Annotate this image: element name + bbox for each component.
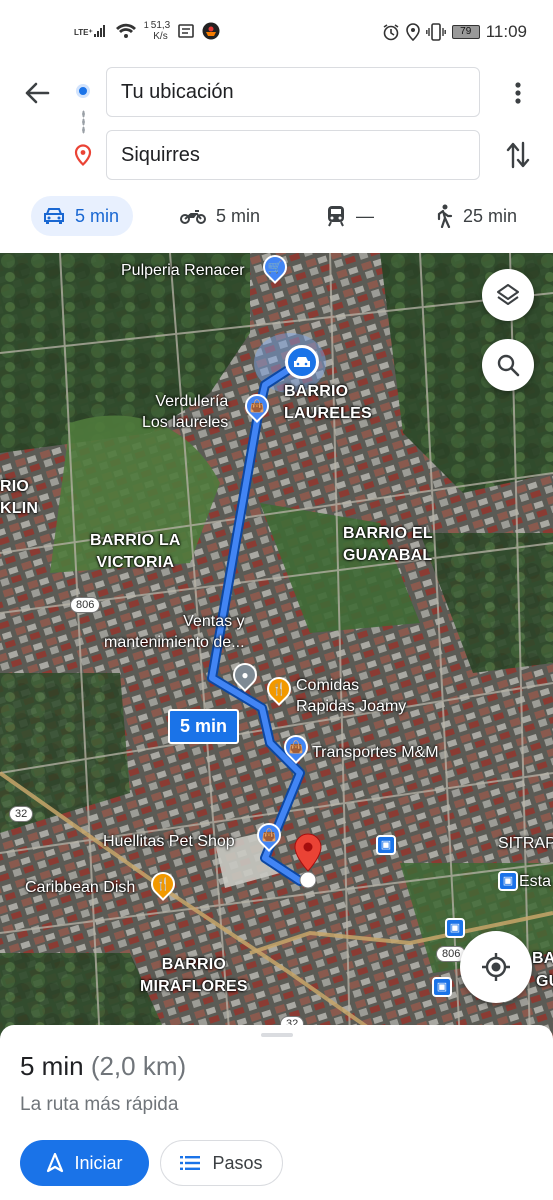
- list-icon: [180, 1156, 201, 1170]
- tab-walk[interactable]: 25 min: [435, 196, 517, 236]
- bus-station-icon[interactable]: ▣: [498, 871, 518, 891]
- more-options-button[interactable]: [505, 78, 531, 108]
- route-duration-chip[interactable]: 5 min: [168, 709, 240, 744]
- alarm-icon: [382, 23, 400, 41]
- train-icon: [328, 206, 344, 227]
- route-summary: 5 min (2,0 km): [20, 1051, 186, 1082]
- start-navigation-button[interactable]: Iniciar: [20, 1140, 149, 1186]
- tab-walk-label: 25 min: [463, 205, 518, 226]
- bus-station-icon[interactable]: ▣: [376, 835, 396, 855]
- tab-car[interactable]: 5 min: [31, 196, 134, 236]
- route-bottom-sheet[interactable]: 5 min (2,0 km) La ruta más rápida Inicia…: [0, 1025, 553, 1200]
- speed-unit: K/s: [153, 31, 168, 42]
- road-shield-806: 806: [70, 597, 101, 613]
- poi-label-esta[interactable]: Esta: [519, 871, 551, 892]
- my-location-button[interactable]: [460, 931, 532, 1003]
- navigation-arrow-icon: [47, 1153, 64, 1173]
- tab-transit[interactable]: —: [326, 196, 374, 236]
- swap-button[interactable]: [503, 138, 533, 172]
- tab-transit-label: —: [356, 205, 374, 226]
- search-icon: [497, 354, 520, 377]
- car-icon: [44, 208, 64, 224]
- poi-label-ventas[interactable]: Ventas y mantenimiento de...: [104, 611, 245, 653]
- route-duration: 5 min: [20, 1051, 84, 1081]
- tab-motorcycle[interactable]: 5 min: [180, 196, 260, 236]
- vibrate-icon: [425, 23, 446, 41]
- bus-station-icon[interactable]: ▣: [445, 918, 465, 938]
- poi-label-sitrap[interactable]: SITRAP: [498, 833, 553, 854]
- network-type: LTE⁺: [74, 28, 93, 37]
- wifi-icon: [115, 23, 136, 39]
- start-label: Iniciar: [74, 1152, 123, 1173]
- signal-icon: LTE⁺: [74, 25, 108, 37]
- map-view[interactable]: BARRIO LAURELES BARRIO EL GUAYABAL BARRI…: [0, 253, 553, 1043]
- app-icon: [202, 22, 220, 40]
- walk-icon: [437, 204, 453, 228]
- network-speed: 51,3 K/s: [151, 20, 170, 42]
- bus-station-icon[interactable]: ▣: [432, 977, 452, 997]
- destination-field[interactable]: Siquirres: [106, 130, 480, 180]
- area-label-edge-right-top: BAR: [532, 950, 553, 967]
- travel-mode-tabs: 5 min 5 min — 25 min: [0, 194, 553, 240]
- more-vert-icon: [515, 82, 521, 104]
- notification-icon: [178, 24, 195, 38]
- sheet-drag-handle[interactable]: [261, 1033, 293, 1037]
- steps-label: Pasos: [212, 1152, 263, 1173]
- status-left: LTE⁺ 1 51,3 K/s: [74, 20, 220, 42]
- route-connector: [82, 110, 85, 134]
- area-label-la-victoria: BARRIO LA VICTORIA: [90, 532, 181, 571]
- area-label-laureles: BARRIO LAURELES: [284, 383, 372, 422]
- area-label-miraflores: BARRIO MIRAFLORES: [140, 956, 248, 995]
- origin-car-marker[interactable]: [285, 345, 319, 379]
- clock: 11:09: [485, 22, 527, 41]
- poi-label-comidas[interactable]: Comidas Rapidas Joamy: [296, 675, 406, 717]
- arrow-back-icon: [25, 82, 50, 104]
- swap-vert-icon: [506, 141, 530, 169]
- car-icon: [294, 356, 310, 367]
- poi-label-caribbean[interactable]: Caribbean Dish: [25, 877, 135, 898]
- tab-motorcycle-label: 5 min: [216, 205, 261, 226]
- status-bar: LTE⁺ 1 51,3 K/s 79 11:09: [0, 0, 553, 66]
- area-label-el-guayabal: BARRIO EL GUAYABAL: [343, 525, 433, 564]
- route-description: La ruta más rápida: [20, 1094, 179, 1115]
- poi-label-verduleria[interactable]: Verdulería Los laureles: [142, 391, 228, 433]
- back-button[interactable]: [20, 76, 54, 110]
- road-shield-32: 32: [9, 806, 34, 822]
- area-label-edge-right-bottom: GU: [536, 973, 553, 990]
- location-icon: [405, 23, 420, 41]
- satellite-imagery: [0, 253, 553, 1043]
- destination-pin-icon: [74, 144, 92, 171]
- destination-pin-icon: [294, 833, 322, 889]
- layers-icon: [497, 284, 519, 305]
- origin-field[interactable]: Tu ubicación: [106, 67, 480, 117]
- tab-car-label: 5 min: [75, 205, 120, 226]
- sim-label: 1: [143, 20, 149, 30]
- poi-label-pulperia[interactable]: Pulperia Renacer: [121, 260, 245, 281]
- motorcycle-icon: [180, 210, 206, 224]
- destination-marker[interactable]: [290, 833, 326, 889]
- origin-dot-icon: [76, 84, 90, 98]
- search-along-route-button[interactable]: [482, 339, 534, 391]
- battery-icon: 79: [451, 25, 480, 39]
- steps-button[interactable]: Pasos: [160, 1140, 283, 1186]
- poi-label-huellitas[interactable]: Huellitas Pet Shop: [103, 831, 235, 852]
- my-location-icon: [482, 953, 510, 981]
- layers-button[interactable]: [482, 269, 534, 321]
- route-distance: (2,0 km): [90, 1051, 187, 1081]
- poi-label-transportes[interactable]: Transportes M&M: [312, 742, 439, 763]
- status-right: 79 11:09: [382, 22, 527, 42]
- speed-value: 51,3: [150, 20, 171, 31]
- area-label-franklin: RIO KLIN: [0, 478, 39, 517]
